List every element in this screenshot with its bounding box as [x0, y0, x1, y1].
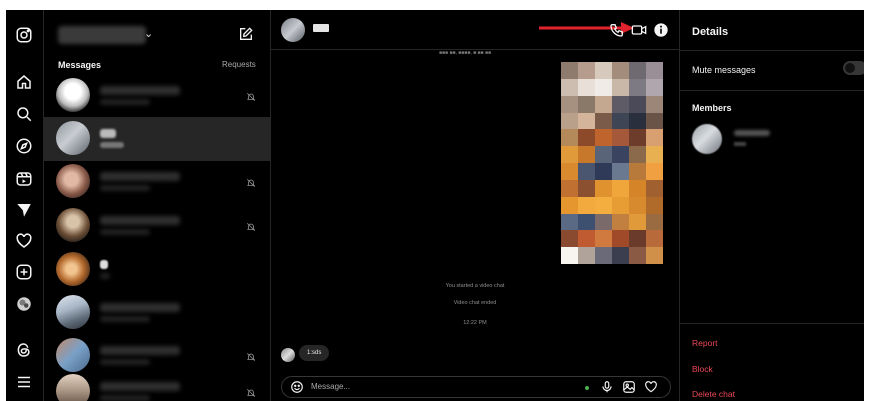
member-username: [734, 142, 746, 146]
report-button[interactable]: Report: [692, 338, 718, 348]
message-bubble[interactable]: 1:sds: [299, 345, 330, 361]
conversation-row[interactable]: [44, 74, 270, 118]
explore-icon[interactable]: [15, 137, 33, 155]
microphone-icon[interactable]: [600, 380, 614, 394]
avatar: [56, 78, 90, 112]
details-panel: Details Mute messages Members Report Blo…: [679, 10, 864, 401]
avatar: [56, 121, 90, 155]
video-chat-ended-label: Video chat ended: [453, 300, 497, 306]
compose-icon[interactable]: [238, 26, 254, 42]
conversation-row[interactable]: [44, 370, 270, 401]
members-label: Members: [692, 103, 732, 113]
heart-icon[interactable]: [644, 380, 658, 394]
message-input[interactable]: Message...: [311, 382, 350, 391]
info-icon[interactable]: [653, 22, 669, 38]
gallery-icon[interactable]: [622, 380, 636, 394]
muted-bell-icon: [246, 219, 256, 232]
avatar: [56, 295, 90, 329]
conversation-preview: [100, 273, 110, 279]
divider: [680, 90, 864, 91]
menu-icon[interactable]: [15, 373, 33, 391]
details-title: Details: [692, 26, 729, 38]
message-composer[interactable]: Message...: [281, 376, 671, 398]
conversation-preview: [100, 359, 150, 365]
emoji-icon[interactable]: [290, 380, 304, 394]
create-icon[interactable]: [15, 263, 33, 281]
avatar: [56, 338, 90, 372]
status-dot: [585, 386, 589, 390]
member-name[interactable]: [734, 130, 770, 136]
account-switcher[interactable]: [58, 26, 146, 44]
conversation-row[interactable]: [44, 204, 270, 248]
profile-icon[interactable]: [15, 295, 33, 313]
avatar: [56, 164, 90, 198]
instagram-direct-window: ⌄ Messages Requests ■■■ ■■, ■■■■, ■:■■ ■…: [6, 10, 864, 401]
conversation-row[interactable]: [44, 291, 270, 335]
nav-rail: [6, 10, 44, 401]
conversation-preview: [100, 142, 124, 148]
conversation-preview: [100, 99, 150, 105]
avatar: [56, 252, 90, 286]
home-icon[interactable]: [15, 73, 33, 91]
conversation-name: [100, 86, 180, 95]
video-chat-started-label: You started a video chat: [445, 283, 505, 289]
avatar[interactable]: [281, 18, 305, 42]
conversation-name: [100, 172, 180, 181]
avatar: [281, 348, 295, 362]
chevron-down-icon[interactable]: ⌄: [144, 27, 153, 40]
conversation-name: [100, 129, 116, 138]
threads-icon[interactable]: [15, 341, 33, 359]
conversation-row[interactable]: [44, 160, 270, 204]
instagram-icon[interactable]: [15, 26, 33, 44]
divider: [680, 50, 864, 51]
heart-icon[interactable]: [15, 232, 33, 250]
video-call-icon[interactable]: [631, 22, 647, 38]
conversation-name: [100, 260, 108, 269]
shared-photo-message[interactable]: [561, 62, 663, 264]
phone-icon[interactable]: [609, 22, 625, 38]
chat-header: [271, 10, 679, 50]
conversation-name: [100, 346, 180, 355]
mute-messages-toggle[interactable]: [843, 61, 864, 75]
conversation-name: [100, 303, 180, 312]
muted-bell-icon: [246, 175, 256, 188]
conversation-row-active[interactable]: [44, 117, 270, 161]
chat-thread: ■■■ ■■, ■■■■, ■:■■ ■■ You started a vide…: [271, 10, 679, 401]
search-icon[interactable]: [15, 105, 33, 123]
delete-chat-button[interactable]: Delete chat: [692, 389, 735, 399]
message-timestamp: 12:22 PM: [463, 320, 487, 326]
avatar: [56, 374, 90, 401]
muted-bell-icon: [246, 89, 256, 102]
direct-icon[interactable]: [15, 201, 33, 219]
block-button[interactable]: Block: [692, 364, 713, 374]
reels-icon[interactable]: [15, 170, 33, 188]
mute-messages-label: Mute messages: [692, 65, 756, 75]
conversation-row[interactable]: [44, 248, 270, 292]
avatar: [56, 208, 90, 242]
requests-link[interactable]: Requests: [222, 60, 256, 69]
member-avatar[interactable]: [692, 124, 722, 154]
conversation-preview: [100, 316, 150, 322]
conversation-preview: [100, 229, 150, 235]
conversation-list: ⌄ Messages Requests: [44, 10, 271, 401]
muted-bell-icon: [246, 349, 256, 362]
conversation-preview: [100, 185, 150, 191]
conversation-name: [100, 216, 180, 225]
divider: [680, 323, 864, 324]
messages-label: Messages: [58, 60, 102, 70]
conversation-name: [100, 382, 180, 391]
date-divider: ■■■ ■■, ■■■■, ■:■■ ■■: [439, 50, 492, 56]
muted-bell-icon: [246, 385, 256, 398]
chat-contact-name[interactable]: [313, 24, 329, 32]
conversation-preview: [100, 395, 150, 401]
